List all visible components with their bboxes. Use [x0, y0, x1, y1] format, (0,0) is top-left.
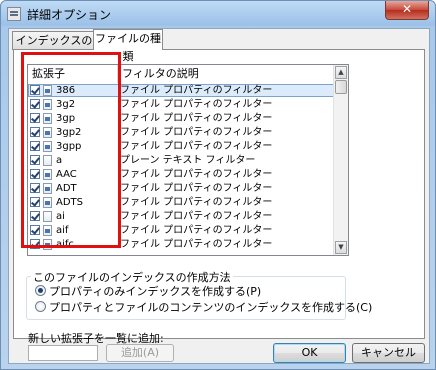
title-bar[interactable]: 詳細オプション ✕ — [1, 1, 435, 27]
extension-name: 3gp2 — [56, 127, 82, 138]
file-type-row[interactable]: 386 ファイル プロパティのフィルター — [28, 84, 334, 97]
extension-name: aifc — [56, 239, 74, 250]
filter-description: ファイル プロパティのフィルター — [120, 113, 273, 124]
filter-description: プレーン テキスト フィルター — [120, 155, 256, 166]
extension-name: 386 — [56, 85, 76, 96]
extension-checkbox[interactable] — [30, 169, 40, 179]
property-file-icon — [43, 113, 52, 124]
text-file-icon — [43, 155, 52, 166]
filter-description: ファイル プロパティのフィルター — [120, 169, 273, 180]
radio-index-properties-label[interactable]: プロパティのみインデックスを作成する(P) — [49, 283, 261, 299]
property-file-icon — [43, 85, 52, 96]
extension-checkbox[interactable] — [30, 211, 40, 221]
radio-index-properties[interactable] — [35, 285, 46, 296]
radio-index-contents[interactable] — [35, 301, 46, 312]
column-header-description[interactable]: フィルタの説明 — [118, 65, 334, 83]
property-file-icon — [43, 183, 52, 194]
file-type-row[interactable]: a プレーン テキスト フィルター — [28, 154, 334, 167]
scrollbar-thumb[interactable] — [335, 80, 347, 94]
filter-description: ファイル プロパティのフィルター — [120, 239, 273, 250]
close-button[interactable]: ✕ — [385, 1, 429, 20]
property-file-icon — [43, 141, 52, 152]
filter-description: ファイル プロパティのフィルター — [120, 183, 273, 194]
extension-name: ADT — [56, 183, 77, 194]
extension-name: aif — [56, 225, 69, 236]
filter-description: ファイル プロパティのフィルター — [120, 127, 273, 138]
scroll-up-arrow-icon[interactable]: ▲ — [335, 66, 347, 79]
property-file-icon — [43, 169, 52, 180]
advanced-options-dialog: 詳細オプション ✕ インデックスの設定 ファイルの種類 拡張子 フィルタの説明 … — [0, 0, 436, 370]
file-type-row[interactable]: 3gp2 ファイル プロパティのフィルター — [28, 126, 334, 139]
filter-description: ファイル プロパティのフィルター — [120, 197, 273, 208]
extension-checkbox[interactable] — [30, 225, 40, 235]
window-title: 詳細オプション — [27, 8, 112, 22]
file-type-row[interactable]: 3gpp ファイル プロパティのフィルター — [28, 140, 334, 153]
extension-checkbox[interactable] — [30, 239, 40, 249]
window-icon — [7, 7, 21, 21]
index-method-group: このファイルのインデックスの作成方法 プロパティのみインデックスを作成する(P)… — [26, 269, 372, 320]
property-file-icon — [43, 225, 52, 236]
extension-name: ai — [56, 211, 65, 222]
add-button[interactable]: 追加(A) — [106, 344, 174, 362]
extension-checkbox[interactable] — [30, 85, 40, 95]
file-types-panel: 拡張子 フィルタの説明 386 ファイル プロパティのフィルター 3g2 ファイル プ… — [13, 49, 425, 362]
file-type-row[interactable]: ADT ファイル プロパティのフィルター — [28, 182, 334, 195]
property-file-icon — [43, 127, 52, 138]
filter-description: ファイル プロパティのフィルター — [120, 225, 273, 236]
text-file-icon — [43, 211, 52, 222]
extension-checkbox[interactable] — [30, 113, 40, 123]
filter-description: ファイル プロパティのフィルター — [120, 99, 273, 110]
property-file-icon — [43, 239, 52, 250]
extension-checkbox[interactable] — [30, 127, 40, 137]
extension-checkbox[interactable] — [30, 183, 40, 193]
vertical-scrollbar[interactable]: ▲ ▼ — [333, 65, 348, 255]
extension-name: a — [56, 155, 63, 166]
extension-name: 3gpp — [56, 141, 82, 152]
filter-description: ファイル プロパティのフィルター — [120, 211, 273, 222]
property-file-icon — [43, 99, 52, 110]
tab-index-settings[interactable]: インデックスの設定 — [12, 31, 96, 65]
scroll-down-arrow-icon[interactable]: ▼ — [335, 241, 347, 254]
property-file-icon — [43, 197, 52, 208]
file-type-list[interactable]: 拡張子 フィルタの説明 386 ファイル プロパティのフィルター 3g2 ファイル プ… — [27, 64, 349, 256]
extension-name: ADTS — [56, 197, 83, 208]
tab-file-types[interactable]: ファイルの種類 — [93, 29, 163, 63]
extension-checkbox[interactable] — [30, 141, 40, 151]
cancel-button[interactable]: キャンセル — [352, 343, 425, 363]
filter-description: ファイル プロパティのフィルター — [120, 141, 273, 152]
file-type-row[interactable]: ai ファイル プロパティのフィルター — [28, 210, 334, 223]
file-type-row[interactable]: aifc ファイル プロパティのフィルター — [28, 238, 334, 251]
extension-checkbox[interactable] — [30, 197, 40, 207]
extension-checkbox[interactable] — [30, 99, 40, 109]
column-header-extension[interactable]: 拡張子 — [28, 65, 118, 83]
radio-index-contents-label[interactable]: プロパティとファイルのコンテンツのインデックスを作成する(C) — [49, 299, 372, 315]
extension-checkbox[interactable] — [30, 155, 40, 165]
add-extension-input[interactable] — [28, 345, 98, 361]
file-type-row[interactable]: 3gp ファイル プロパティのフィルター — [28, 112, 334, 125]
ok-button[interactable]: OK — [273, 343, 346, 363]
dialog-body: インデックスの設定 ファイルの種類 拡張子 フィルタの説明 386 ファイル プロ… — [8, 28, 430, 364]
filter-description: ファイル プロパティのフィルター — [120, 85, 273, 96]
extension-name: 3gp — [56, 113, 76, 124]
extension-name: 3g2 — [56, 99, 76, 110]
file-type-row[interactable]: ADTS ファイル プロパティのフィルター — [28, 196, 334, 209]
file-type-row[interactable]: aif ファイル プロパティのフィルター — [28, 224, 334, 237]
extension-name: AAC — [56, 169, 77, 180]
file-type-row[interactable]: 3g2 ファイル プロパティのフィルター — [28, 98, 334, 111]
file-type-row[interactable]: AAC ファイル プロパティのフィルター — [28, 168, 334, 181]
